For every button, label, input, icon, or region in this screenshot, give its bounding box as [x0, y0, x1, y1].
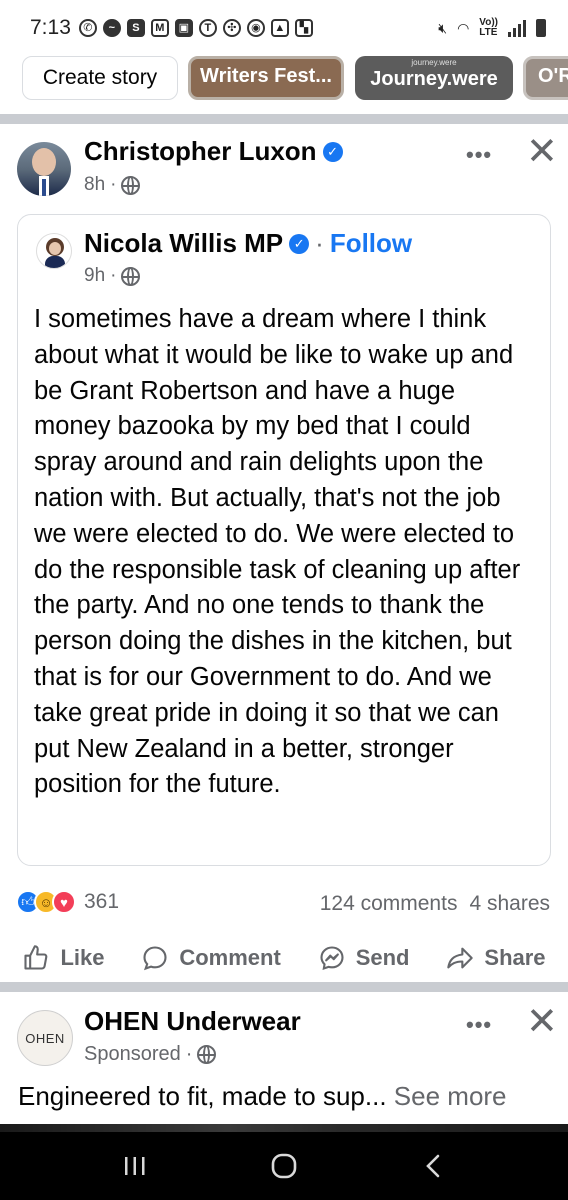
- status-time: 7:13: [30, 16, 71, 39]
- comments-count[interactable]: 124 comments: [320, 892, 458, 916]
- notification-icons: ✆ ~ S M ▣ T ✣ ◉ ▲ ▚: [78, 19, 313, 37]
- feed-divider: [0, 982, 568, 992]
- avatar[interactable]: [17, 142, 71, 196]
- share-button[interactable]: Share: [446, 944, 546, 972]
- author-name[interactable]: Nicola Willis MP: [84, 228, 283, 259]
- sponsored-meta: Sponsored ·: [84, 1043, 217, 1066]
- ad-copy: Engineered to fit, made to sup...: [18, 1081, 387, 1111]
- post-meta: 8h ·: [84, 174, 141, 196]
- recents-button[interactable]: [115, 1146, 155, 1186]
- back-icon: [426, 1154, 440, 1178]
- volte-indicator: Vo)) LTE: [479, 17, 498, 38]
- story-sublabel: journey.were: [411, 58, 457, 67]
- comment-label: Comment: [179, 945, 281, 970]
- avatar[interactable]: OHEN: [17, 1010, 73, 1066]
- home-icon: [271, 1153, 297, 1179]
- story-label: O'R: [538, 65, 568, 87]
- qr-app-icon: ▚: [294, 19, 313, 37]
- close-icon[interactable]: ✕: [526, 1003, 558, 1041]
- feed-divider: [0, 114, 568, 124]
- like-label: Like: [60, 945, 105, 970]
- globe-icon: [121, 266, 141, 286]
- meta-separator: ·: [185, 1043, 193, 1065]
- story-label: Journey.were: [370, 68, 498, 90]
- news-app-icon: ▣: [174, 19, 193, 37]
- post-text: I sometimes have a dream where I think a…: [34, 305, 521, 799]
- author-name[interactable]: Christopher Luxon: [84, 136, 317, 167]
- create-story-button[interactable]: Create story: [22, 56, 178, 100]
- sponsored-label[interactable]: Sponsored: [84, 1043, 181, 1066]
- wifi-icon: ◠: [457, 19, 470, 36]
- avatar[interactable]: [36, 233, 72, 269]
- s-app-icon: S: [126, 19, 145, 37]
- reactions-count: 361: [84, 890, 120, 913]
- verified-icon: ✓: [289, 233, 310, 254]
- story-card[interactable]: Writers Fest...: [188, 56, 344, 100]
- system-icons: 🔇︎ ◠ Vo)) LTE: [438, 18, 546, 38]
- meta-separator: ·: [110, 174, 117, 195]
- avatar-text: OHEN: [25, 1030, 65, 1046]
- more-icon[interactable]: •••: [466, 1012, 492, 1038]
- share-icon: [447, 947, 474, 969]
- sponsor-name[interactable]: OHEN Underwear: [84, 1006, 301, 1037]
- send-button[interactable]: Send: [318, 944, 410, 972]
- like-button[interactable]: Like: [22, 944, 104, 972]
- target-app-icon: ◉: [246, 19, 265, 37]
- meta-separator: ·: [315, 228, 324, 258]
- home-button[interactable]: [264, 1146, 304, 1186]
- shared-post-meta: 9h ·: [84, 265, 141, 287]
- globe-icon: [121, 175, 141, 195]
- story-card[interactable]: O'R: [523, 56, 568, 100]
- sponsored-text: Engineered to fit, made to sup... See mo…: [18, 1081, 507, 1112]
- back-button[interactable]: [413, 1146, 453, 1186]
- more-icon[interactable]: •••: [466, 142, 492, 168]
- post-actions: Like Comment Send Share: [0, 940, 568, 976]
- story-card[interactable]: journey.were Journey.were: [355, 56, 513, 100]
- status-bar: 7:13 ✆ ~ S M ▣ T ✣ ◉ ▲ ▚ 🔇︎ ◠ Vo)) LTE: [0, 0, 568, 56]
- navigation-bar: [0, 1132, 568, 1200]
- comment-button[interactable]: Comment: [141, 944, 281, 972]
- cross-app-icon: ✣: [222, 19, 241, 37]
- share-label: Share: [484, 945, 546, 970]
- engagement-counts: 124 comments 4 shares: [320, 892, 550, 916]
- send-icon: [320, 946, 344, 971]
- whatsapp-icon: ✆: [78, 19, 97, 37]
- verified-icon: ✓: [322, 141, 343, 162]
- gmail-icon: M: [150, 19, 169, 37]
- messenger-icon: ~: [102, 19, 121, 37]
- shared-post-author: Nicola Willis MP ✓ · Follow: [84, 228, 412, 259]
- post-time[interactable]: 9h: [84, 265, 105, 287]
- recents-icon: [124, 1157, 145, 1175]
- close-icon[interactable]: ✕: [526, 133, 558, 171]
- battery-icon: [536, 19, 546, 37]
- globe-icon: [197, 1045, 217, 1064]
- reactions-summary[interactable]: 👍︎ ☺ ♥ 361: [16, 890, 119, 914]
- signal-icon: [508, 19, 526, 37]
- love-reaction-icon: ♥: [52, 890, 76, 914]
- gallery-icon: ▲: [270, 19, 289, 37]
- comment-icon: [143, 946, 167, 971]
- stories-row: Create story Writers Fest... journey.wer…: [0, 56, 568, 108]
- post-author[interactable]: Christopher Luxon ✓: [84, 136, 343, 167]
- like-icon: [24, 945, 48, 970]
- story-label: Writers Fest...: [200, 65, 332, 87]
- shares-count[interactable]: 4 shares: [469, 892, 550, 916]
- mute-icon: 🔇︎: [438, 19, 448, 36]
- meta-separator: ·: [110, 265, 117, 286]
- follow-button[interactable]: Follow: [330, 228, 412, 259]
- nytimes-icon: T: [198, 19, 217, 37]
- send-label: Send: [355, 945, 410, 970]
- post-time[interactable]: 8h: [84, 174, 105, 196]
- see-more-link[interactable]: See more: [394, 1081, 507, 1111]
